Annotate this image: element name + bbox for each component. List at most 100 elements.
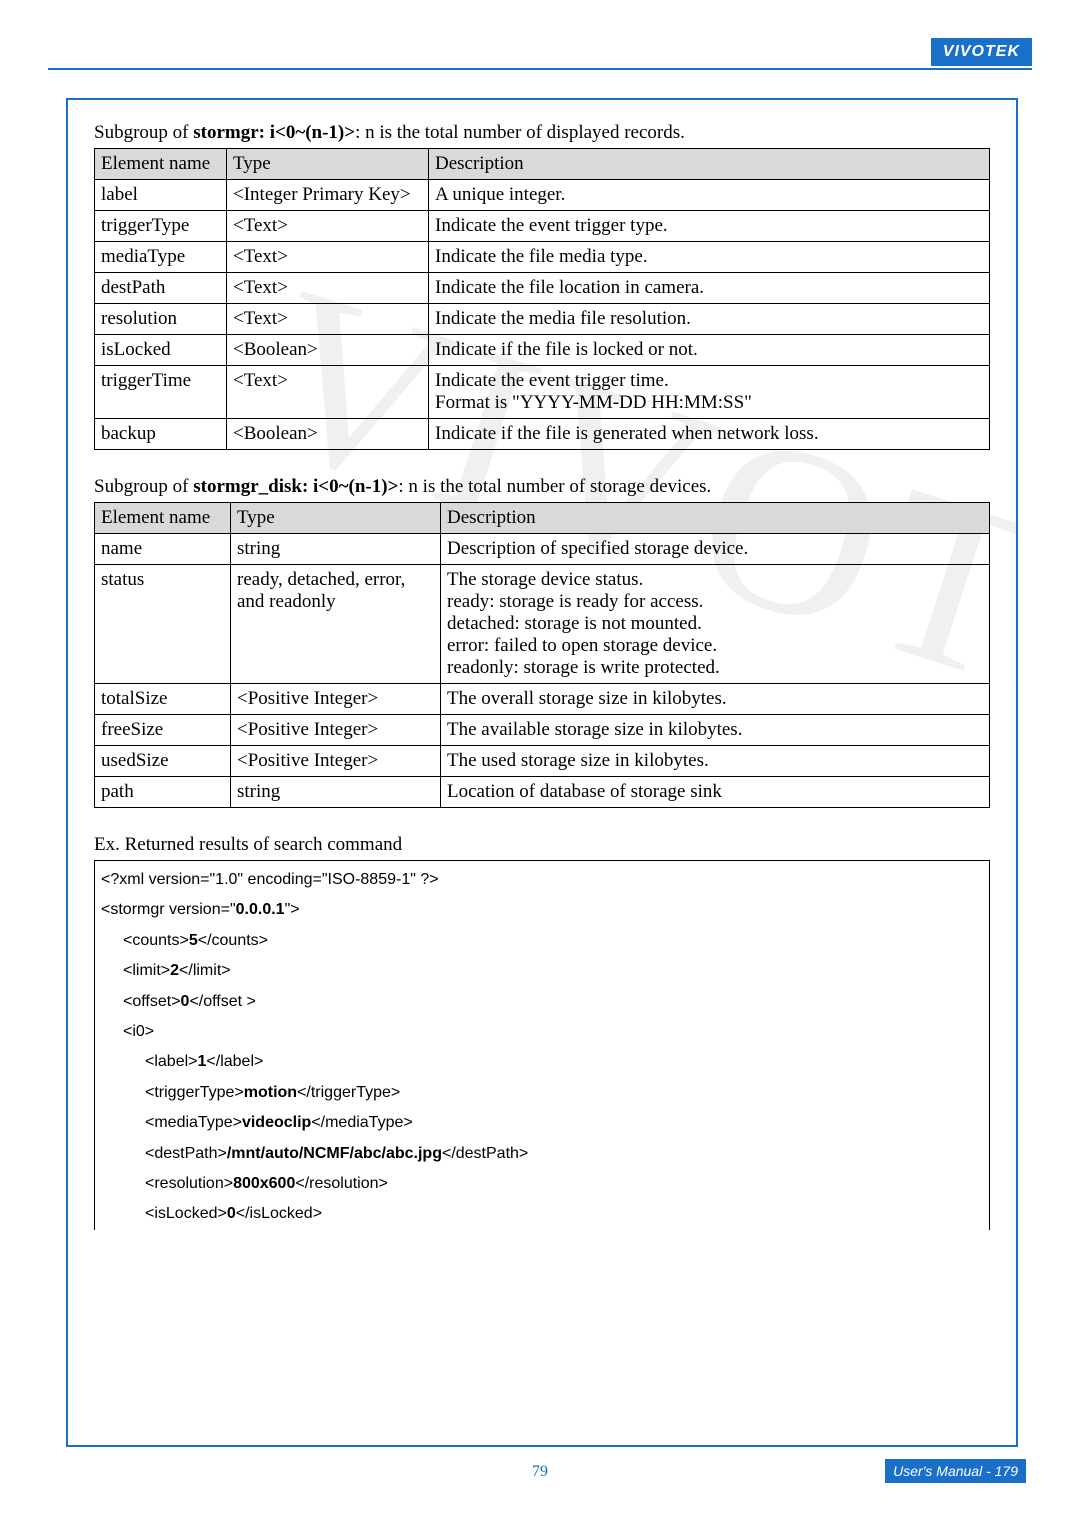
xml-line: <stormgr version="0.0.0.1">: [101, 895, 983, 925]
page: VIVOTEK VIVOTEK Subgroup of stormgr: i<0…: [0, 0, 1080, 1527]
cell-name: freeSize: [95, 715, 231, 746]
xml-tag: <limit>: [123, 962, 170, 979]
cell-desc: Indicate the media file resolution.: [429, 304, 990, 335]
table-row: freeSize<Positive Integer>The available …: [95, 715, 990, 746]
cell-type: <Boolean>: [227, 335, 429, 366]
cell-desc: Indicate if the file is generated when n…: [429, 419, 990, 450]
xml-line: <destPath>/mnt/auto/NCMF/abc/abc.jpg</de…: [101, 1139, 983, 1169]
xml-line: <resolution>800x600</resolution>: [101, 1169, 983, 1199]
table-row: backup<Boolean>Indicate if the file is g…: [95, 419, 990, 450]
cell-desc: The used storage size in kilobytes.: [441, 746, 990, 777]
xml-tag: <stormgr version=": [101, 901, 236, 918]
cell-name: backup: [95, 419, 227, 450]
footer-right: User's Manual - 179: [885, 1459, 1026, 1483]
xml-line: <counts>5</counts>: [101, 926, 983, 956]
cell-name: resolution: [95, 304, 227, 335]
cell-desc: Indicate the file location in camera.: [429, 273, 990, 304]
xml-line: <i0>: [101, 1017, 983, 1047]
cell-type: string: [231, 777, 441, 808]
xml-tag: </label>: [206, 1053, 263, 1070]
cell-desc: The available storage size in kilobytes.: [441, 715, 990, 746]
cell-name: isLocked: [95, 335, 227, 366]
caption-prefix: Subgroup of: [94, 122, 193, 143]
cell-type: <Positive Integer>: [231, 715, 441, 746]
example-caption: Ex. Returned results of search command: [94, 834, 990, 856]
table-row: isLocked<Boolean>Indicate if the file is…: [95, 335, 990, 366]
xml-tag: <label>: [145, 1053, 198, 1070]
xml-tag: <isLocked>: [145, 1205, 227, 1222]
xml-tag: <counts>: [123, 932, 189, 949]
xml-value: 2: [170, 962, 179, 979]
col-element-name: Element name: [95, 149, 227, 180]
xml-value: /mnt/auto/NCMF/abc/abc.jpg: [227, 1145, 442, 1162]
cell-desc: Indicate the event trigger time. Format …: [429, 366, 990, 419]
cell-name: totalSize: [95, 684, 231, 715]
table2-caption: Subgroup of stormgr_disk: i<0~(n-1)>: n …: [94, 476, 990, 498]
xml-tag: </triggerType>: [297, 1084, 400, 1101]
cell-desc: A unique integer.: [429, 180, 990, 211]
table-header-row: Element name Type Description: [95, 503, 990, 534]
xml-tag: </mediaType>: [311, 1114, 412, 1131]
cell-type: <Text>: [227, 304, 429, 335]
cell-name: triggerTime: [95, 366, 227, 419]
cell-type: <Text>: [227, 211, 429, 242]
caption-prefix: Subgroup of: [94, 476, 193, 497]
col-type: Type: [231, 503, 441, 534]
xml-line: <limit>2</limit>: [101, 956, 983, 986]
table-stormgr-disk: Element name Type Description namestring…: [94, 502, 990, 808]
xml-tag: </isLocked>: [236, 1205, 322, 1222]
cell-type: string: [231, 534, 441, 565]
cell-type: ready, detached, error, and readonly: [231, 565, 441, 684]
table1-caption: Subgroup of stormgr: i<0~(n-1)>: n is th…: [94, 122, 990, 144]
table-row: destPath<Text>Indicate the file location…: [95, 273, 990, 304]
xml-value: videoclip: [242, 1114, 311, 1131]
table-row: resolution<Text>Indicate the media file …: [95, 304, 990, 335]
cell-desc: Indicate if the file is locked or not.: [429, 335, 990, 366]
table-row: totalSize<Positive Integer>The overall s…: [95, 684, 990, 715]
xml-tag: <mediaType>: [145, 1114, 242, 1131]
table-row: triggerTime<Text>Indicate the event trig…: [95, 366, 990, 419]
xml-line: <label>1</label>: [101, 1047, 983, 1077]
xml-example: <?xml version="1.0" encoding="ISO-8859-1…: [94, 860, 990, 1230]
cell-type: <Positive Integer>: [231, 684, 441, 715]
caption-bold: stormgr_disk: i<0~(n-1)>: [193, 476, 398, 497]
table-row: namestringDescription of specified stora…: [95, 534, 990, 565]
xml-tag: <resolution>: [145, 1175, 233, 1192]
cell-desc: The overall storage size in kilobytes.: [441, 684, 990, 715]
cell-desc: The storage device status. ready: storag…: [441, 565, 990, 684]
xml-tag: </limit>: [179, 962, 231, 979]
xml-line: <mediaType>videoclip</mediaType>: [101, 1108, 983, 1138]
table-row: label<Integer Primary Key>A unique integ…: [95, 180, 990, 211]
col-element-name: Element name: [95, 503, 231, 534]
xml-tag: </counts>: [198, 932, 268, 949]
cell-type: <Text>: [227, 273, 429, 304]
cell-desc: Indicate the event trigger type.: [429, 211, 990, 242]
table-row: mediaType<Text>Indicate the file media t…: [95, 242, 990, 273]
table-row: pathstringLocation of database of storag…: [95, 777, 990, 808]
cell-name: usedSize: [95, 746, 231, 777]
cell-type: <Text>: [227, 366, 429, 419]
table-header-row: Element name Type Description: [95, 149, 990, 180]
xml-value: 0.0.0.1: [236, 901, 285, 918]
content-frame: VIVOTEK Subgroup of stormgr: i<0~(n-1)>:…: [66, 98, 1018, 1447]
table-stormgr: Element name Type Description label<Inte…: [94, 148, 990, 450]
caption-bold: stormgr: i<0~(n-1)>: [193, 122, 355, 143]
xml-line: <triggerType>motion</triggerType>: [101, 1078, 983, 1108]
cell-name: triggerType: [95, 211, 227, 242]
xml-tag: ">: [285, 901, 300, 918]
cell-name: label: [95, 180, 227, 211]
cell-name: destPath: [95, 273, 227, 304]
xml-line: <isLocked>0</isLocked>: [101, 1199, 983, 1229]
cell-type: <Integer Primary Key>: [227, 180, 429, 211]
table-row: triggerType<Text>Indicate the event trig…: [95, 211, 990, 242]
cell-name: mediaType: [95, 242, 227, 273]
cell-name: path: [95, 777, 231, 808]
col-type: Type: [227, 149, 429, 180]
xml-tag: </destPath>: [442, 1145, 528, 1162]
xml-line: <offset>0</offset >: [101, 987, 983, 1017]
xml-tag: </offset >: [189, 993, 255, 1010]
cell-type: <Positive Integer>: [231, 746, 441, 777]
table-row: usedSize<Positive Integer>The used stora…: [95, 746, 990, 777]
xml-value: 0: [227, 1205, 236, 1222]
table-row: statusready, detached, error, and readon…: [95, 565, 990, 684]
